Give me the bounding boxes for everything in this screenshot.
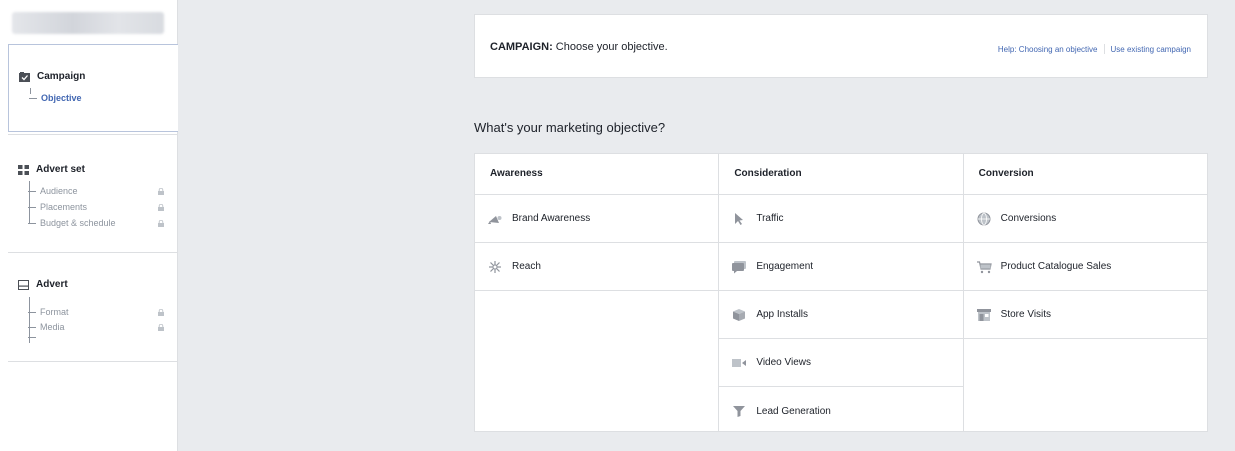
objective-lead-generation[interactable]: Lead Generation: [719, 387, 962, 435]
lock-icon: [158, 324, 164, 331]
header-links: Help: Choosing an objective Use existing…: [998, 44, 1191, 54]
objective-label: App Installs: [756, 309, 809, 320]
sidebar-item-placements[interactable]: Placements: [28, 202, 87, 212]
sidebar-item-format[interactable]: Format: [28, 307, 69, 317]
cursor-icon: [731, 212, 747, 226]
column-header-conversion: Conversion: [963, 154, 1207, 195]
objective-question: What's your marketing objective?: [474, 120, 666, 135]
sidebar-section-campaign-header[interactable]: Campaign: [19, 71, 85, 82]
objective-grid: Awareness Brand Awareness Reach Consider…: [474, 153, 1208, 432]
page-title-strong: CAMPAIGN:: [490, 41, 553, 53]
column-awareness: Awareness Brand Awareness Reach: [475, 154, 720, 431]
sidebar-item-objective[interactable]: Objective: [29, 93, 82, 103]
advert-icon: [18, 279, 29, 290]
objective-app-installs[interactable]: App Installs: [719, 291, 963, 339]
lock-icon: [158, 309, 164, 316]
main-content: CAMPAIGN: Choose your objective. Help: C…: [178, 0, 1235, 451]
objective-label: Store Visits: [1000, 309, 1052, 320]
reach-icon: [487, 260, 503, 274]
sidebar-item-media[interactable]: Media: [28, 322, 65, 332]
sidebar-item-label: Format: [40, 307, 69, 317]
sidebar-section-advert-set-title: Advert set: [36, 164, 85, 175]
help-link[interactable]: Help: Choosing an objective: [998, 45, 1098, 54]
objective-label: Traffic: [756, 213, 784, 224]
sidebar: Campaign Objective Advert set Audience P…: [0, 0, 178, 451]
funnel-icon: [731, 404, 747, 418]
page-title: CAMPAIGN: Choose your objective.: [490, 41, 668, 53]
column-conversion: Conversion Conversions Product Catalogue…: [963, 154, 1207, 431]
use-existing-campaign-link[interactable]: Use existing campaign: [1111, 45, 1191, 54]
link-separator: [1103, 44, 1105, 54]
objective-traffic[interactable]: Traffic: [719, 195, 963, 243]
megaphone-icon: [487, 212, 503, 226]
objective-product-catalogue-sales[interactable]: Product Catalogue Sales: [963, 243, 1207, 291]
objective-engagement[interactable]: Engagement: [719, 243, 963, 291]
cart-icon: [976, 260, 992, 274]
video-camera-icon: [731, 356, 747, 370]
sidebar-item-empty: [28, 337, 40, 338]
sidebar-section-advert-header[interactable]: Advert: [18, 279, 68, 290]
sidebar-section-advert-set[interactable]: Advert set Audience Placements Budget & …: [8, 134, 178, 252]
sidebar-section-campaign[interactable]: Campaign Objective: [8, 44, 178, 132]
objective-label: Reach: [512, 261, 541, 272]
store-icon: [976, 308, 992, 322]
chat-bubble-icon: [731, 260, 747, 274]
sidebar-item-label: Budget & schedule: [40, 218, 116, 228]
sidebar-section-advert[interactable]: Advert Format Media: [8, 252, 178, 362]
box-icon: [731, 308, 747, 322]
campaign-icon: [19, 71, 30, 82]
page-title-rest: Choose your objective.: [552, 41, 668, 53]
objective-brand-awareness[interactable]: Brand Awareness: [475, 195, 719, 243]
sidebar-item-label: Audience: [40, 186, 78, 196]
campaign-header-card: CAMPAIGN: Choose your objective. Help: C…: [474, 14, 1208, 78]
sidebar-section-campaign-title: Campaign: [37, 71, 86, 82]
objective-label: Product Catalogue Sales: [1000, 261, 1112, 272]
sidebar-item-label: Placements: [40, 202, 88, 212]
sidebar-section-advert-title: Advert: [36, 279, 68, 290]
objective-label: Conversions: [1000, 213, 1057, 224]
lock-icon: [158, 188, 164, 195]
sidebar-item-label: Media: [40, 322, 65, 332]
lock-icon: [158, 204, 164, 211]
objective-store-visits[interactable]: Store Visits: [963, 291, 1207, 339]
sidebar-item-label: Objective: [41, 93, 82, 103]
objective-video-views[interactable]: Video Views: [719, 339, 963, 387]
globe-icon: [976, 212, 992, 226]
lock-icon: [158, 220, 164, 227]
column-header-consideration: Consideration: [719, 154, 963, 195]
objective-conversions[interactable]: Conversions: [963, 195, 1207, 243]
account-selector[interactable]: [12, 12, 164, 34]
sidebar-section-advert-set-header[interactable]: Advert set: [18, 164, 85, 175]
objective-label: Video Views: [756, 357, 811, 368]
sidebar-item-budget-schedule[interactable]: Budget & schedule: [28, 218, 116, 228]
advert-set-icon: [18, 164, 29, 175]
objective-label: Lead Generation: [756, 405, 831, 417]
column-consideration: Consideration Traffic Engagement App Ins…: [719, 154, 964, 431]
objective-label: Brand Awareness: [512, 213, 591, 224]
column-header-awareness: Awareness: [475, 154, 719, 195]
sidebar-item-audience[interactable]: Audience: [28, 186, 78, 196]
objective-label: Engagement: [756, 261, 814, 272]
objective-reach[interactable]: Reach: [475, 243, 719, 291]
